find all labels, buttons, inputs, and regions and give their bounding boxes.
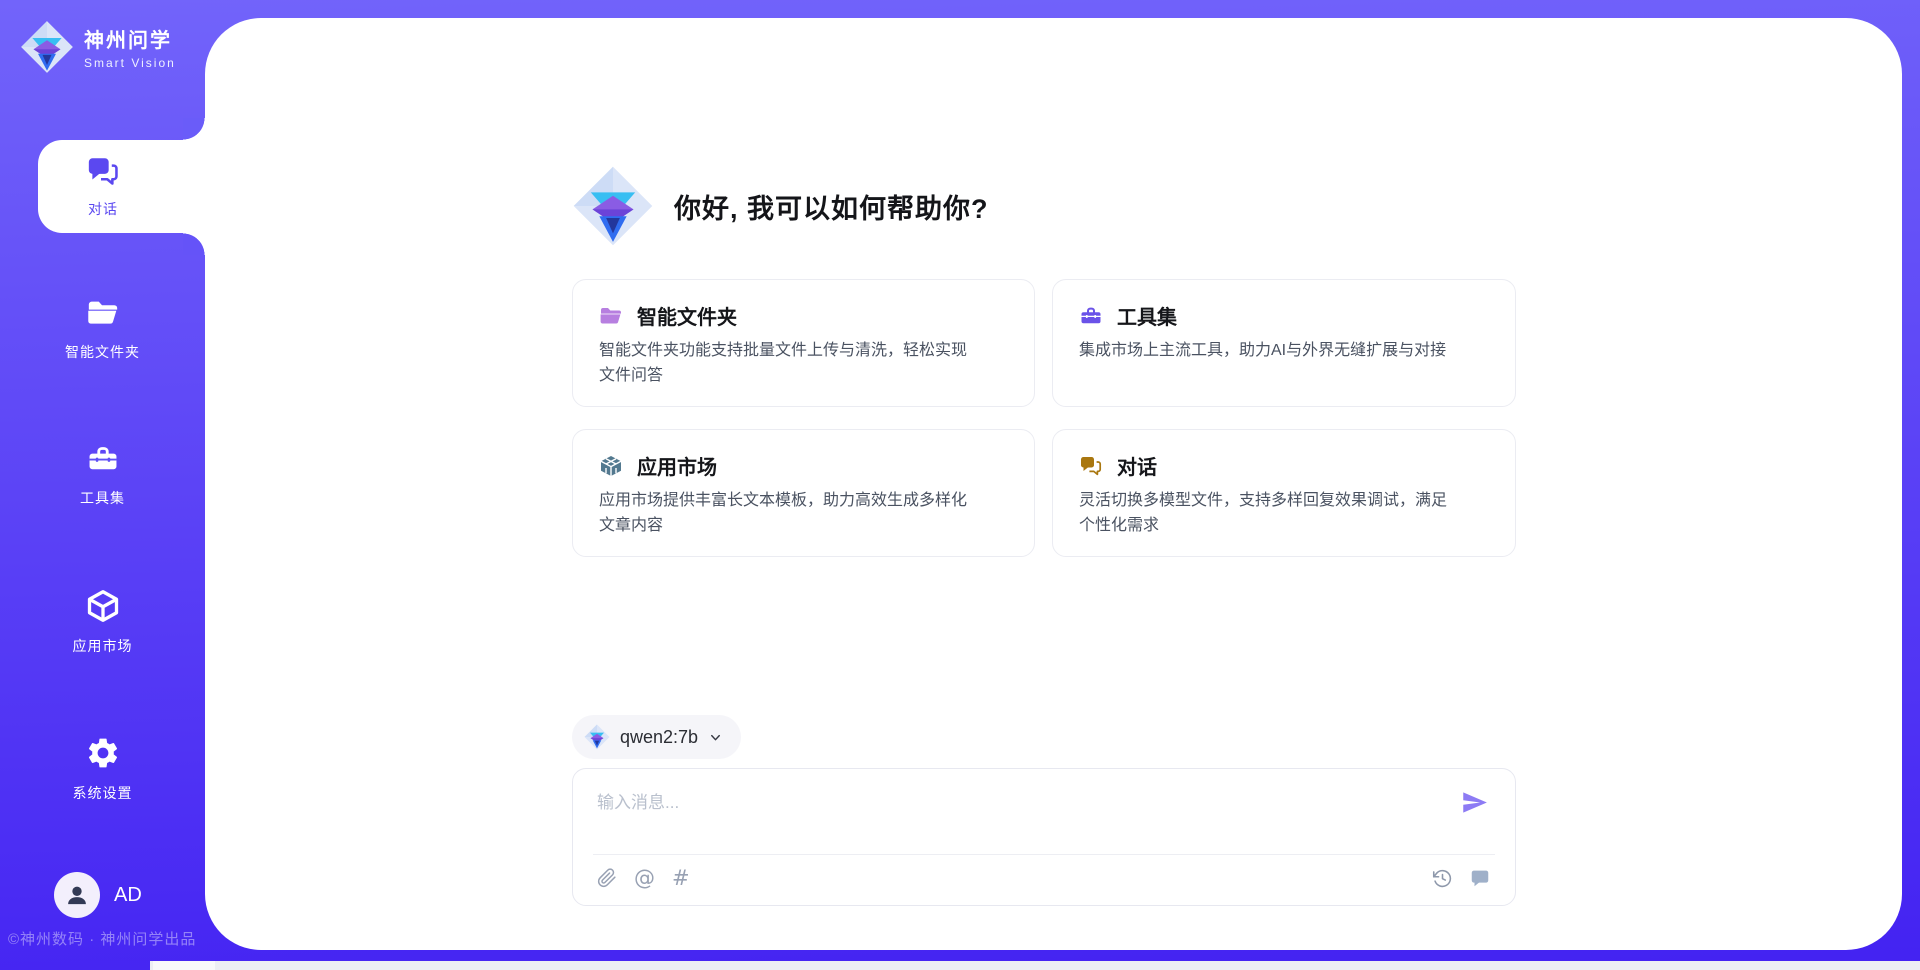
toolbox-icon — [1079, 304, 1103, 328]
main-panel: 你好, 我可以如何帮助你? 智能文件夹 智能文件夹功能支持批量文件上传与清洗，轻… — [205, 18, 1902, 950]
sidebar-item-app-market[interactable]: 应用市场 — [0, 588, 205, 656]
history-button[interactable] — [1432, 868, 1453, 889]
card-title: 应用市场 — [637, 451, 717, 480]
chat-icon — [86, 154, 120, 193]
card-description: 集成市场上主流工具，助力AI与外界无缝扩展与对接 — [1079, 339, 1461, 364]
composer-toolbar: @ # — [597, 867, 1491, 889]
card-app-market[interactable]: 应用市场 应用市场提供丰富长文本模板，助力高效生成多样化文章内容 — [572, 429, 1035, 557]
card-title: 智能文件夹 — [637, 301, 737, 330]
copyright: ©神州数码 · 神州问学出品 — [8, 928, 208, 949]
card-header: 智能文件夹 — [599, 301, 1008, 330]
model-logo-icon — [584, 724, 610, 750]
active-tab-curve-bottom — [183, 233, 205, 255]
gear-icon — [85, 735, 121, 776]
hash-icon: # — [672, 868, 690, 889]
sidebar-item-label: 智能文件夹 — [65, 342, 140, 362]
card-description: 应用市场提供丰富长文本模板，助力高效生成多样化文章内容 — [599, 489, 981, 539]
card-smart-folders[interactable]: 智能文件夹 智能文件夹功能支持批量文件上传与清洗，轻松实现文件问答 — [572, 279, 1035, 407]
sidebar-item-label: 应用市场 — [73, 636, 133, 656]
assistant-logo-icon — [572, 165, 654, 247]
sidebar-item-toolbox[interactable]: 工具集 — [0, 442, 205, 508]
sidebar-item-chat[interactable]: 对话 — [38, 140, 210, 233]
chevron-down-icon — [708, 730, 723, 745]
model-selector[interactable]: qwen2:7b — [572, 715, 741, 759]
cube-icon — [599, 454, 623, 478]
greeting-text: 你好, 我可以如何帮助你? — [674, 187, 989, 226]
user-profile[interactable]: AD — [54, 872, 142, 918]
content-column: 你好, 我可以如何帮助你? 智能文件夹 智能文件夹功能支持批量文件上传与清洗，轻… — [572, 165, 1516, 906]
composer: qwen2:7b — [572, 715, 1516, 906]
active-tab-curve-top — [183, 118, 205, 140]
brand-name: 神州问学 — [84, 24, 176, 53]
avatar — [54, 872, 100, 918]
hash-button[interactable]: # — [672, 868, 690, 889]
model-name: qwen2:7b — [620, 727, 698, 748]
message-inputbox: @ # — [572, 768, 1516, 906]
sidebar-item-label: 工具集 — [80, 488, 125, 508]
card-description: 灵活切换多模型文件，支持多样回复效果调试，满足个性化需求 — [1079, 489, 1461, 539]
cube-icon — [85, 588, 121, 629]
toolbar-right-group — [1432, 867, 1491, 889]
history-icon — [1432, 868, 1453, 889]
send-icon — [1461, 789, 1488, 816]
brand: 神州问学 Smart Vision — [20, 20, 176, 74]
chat-icon — [1079, 454, 1103, 478]
sidebar-item-label: 系统设置 — [73, 783, 133, 803]
composer-divider — [593, 854, 1495, 855]
card-title: 工具集 — [1117, 301, 1177, 330]
message-input[interactable] — [597, 785, 1435, 821]
scrollbar-corner — [153, 961, 215, 970]
feature-cards: 智能文件夹 智能文件夹功能支持批量文件上传与清洗，轻松实现文件问答 — [572, 279, 1516, 557]
sidebar: 神州问学 Smart Vision 对话 智 — [0, 0, 205, 970]
chat-icon — [1469, 867, 1491, 889]
send-button[interactable] — [1459, 787, 1489, 817]
card-title: 对话 — [1117, 451, 1157, 480]
card-toolbox[interactable]: 工具集 集成市场上主流工具，助力AI与外界无缝扩展与对接 — [1052, 279, 1516, 407]
app-root: 神州问学 Smart Vision 对话 智 — [0, 0, 1920, 970]
paperclip-icon — [597, 868, 617, 888]
card-description: 智能文件夹功能支持批量文件上传与清洗，轻松实现文件问答 — [599, 339, 981, 389]
mention-icon: @ — [634, 868, 655, 889]
card-header: 工具集 — [1079, 301, 1489, 330]
card-header: 应用市场 — [599, 451, 1008, 480]
mention-button[interactable]: @ — [634, 868, 655, 889]
folder-icon — [85, 296, 121, 335]
person-icon — [64, 882, 90, 908]
attach-button[interactable] — [597, 868, 617, 888]
brand-text: 神州问学 Smart Vision — [84, 24, 176, 70]
chat-toggle-button[interactable] — [1469, 867, 1491, 889]
sidebar-item-settings[interactable]: 系统设置 — [0, 735, 205, 803]
brand-logo-icon — [20, 20, 74, 74]
horizontal-scrollbar[interactable] — [150, 961, 1920, 970]
sidebar-item-label: 对话 — [88, 199, 118, 219]
card-chat[interactable]: 对话 灵活切换多模型文件，支持多样回复效果调试，满足个性化需求 — [1052, 429, 1516, 557]
folder-icon — [599, 304, 623, 328]
brand-subtitle: Smart Vision — [84, 56, 176, 70]
sidebar-item-smart-folders[interactable]: 智能文件夹 — [0, 296, 205, 362]
toolbox-icon — [85, 442, 121, 481]
user-initials: AD — [114, 884, 142, 907]
card-header: 对话 — [1079, 451, 1489, 480]
greeting: 你好, 我可以如何帮助你? — [572, 165, 1516, 247]
